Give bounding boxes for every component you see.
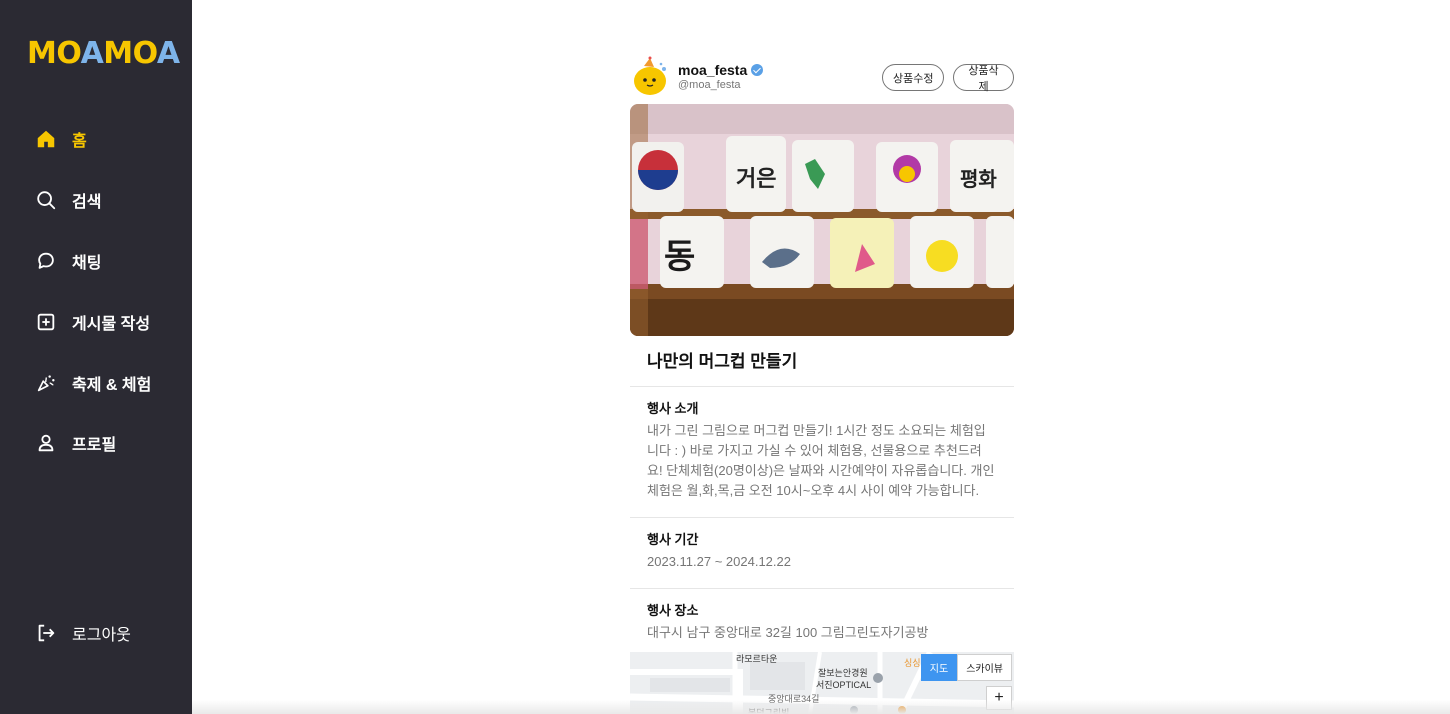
period-section: 행사 기간 2023.11.27 ~ 2024.12.22 (630, 518, 1014, 589)
zoom-in-button[interactable]: + (986, 686, 1012, 710)
logout-icon (34, 621, 58, 645)
map-place-label: 싱싱 (904, 658, 921, 668)
search-icon (34, 188, 58, 212)
map-view-button[interactable]: 지도 (920, 654, 958, 681)
home-icon (34, 127, 58, 151)
verified-badge-icon (751, 64, 764, 76)
app-root: MOAMOA 홈 검색 채팅 게시물 작성 축제 & 체험 프로필 로그아웃 m… (0, 0, 1450, 714)
post-header: moa_festa @moa_festa 상품수정 상품삭제 (630, 56, 1014, 104)
logo-text-a: A (80, 36, 104, 71)
skyview-button[interactable]: 스카이뷰 (957, 654, 1012, 681)
sidebar-item-write[interactable]: 게시물 작성 (34, 309, 150, 335)
section-body: 내가 그린 그림으로 머그컵 만들기! 1시간 정도 소요되는 체험입니다 : … (647, 423, 995, 498)
sidebar-item-chat[interactable]: 채팅 (34, 248, 101, 274)
user-icon (34, 431, 58, 455)
map-place-label: 중앙대로34길 (768, 694, 820, 704)
logo[interactable]: MOAMOA (27, 38, 180, 70)
map-place-label: 라모르타운 (736, 654, 778, 664)
event-photo: 거은 평화 동 (630, 104, 1014, 336)
username[interactable]: moa_festa (678, 62, 764, 78)
post-detail: moa_festa @moa_festa 상품수정 상품삭제 거은 평화 동 나… (630, 56, 1014, 659)
sidebar-item-label: 검색 (72, 194, 102, 211)
sidebar-item-label: 채팅 (72, 255, 102, 272)
svg-text:거은: 거은 (736, 167, 776, 192)
logo-text-mo-2: MO (103, 36, 157, 71)
sidebar-item-festival[interactable]: 축제 & 체험 (34, 370, 151, 396)
sidebar-item-label: 축제 & 체험 (72, 377, 152, 394)
logout-label: 로그아웃 (72, 627, 131, 644)
edit-product-button[interactable]: 상품수정 (882, 64, 945, 91)
section-body: 2023.11.27 ~ 2024.12.22 (647, 554, 791, 569)
section-heading: 행사 장소 (647, 603, 699, 618)
location-map[interactable]: 라모르타운 잘보는안경원 서진OPTICAL 중앙대로34길 봉덕그린빌 싱싱 … (630, 652, 1014, 714)
logo-text-mo: MO (27, 36, 81, 71)
username-text: moa_festa (678, 62, 748, 78)
chat-icon (34, 249, 58, 273)
logout-button[interactable]: 로그아웃 (34, 620, 131, 646)
post-title: 나만의 머그컵 만들기 (647, 352, 798, 371)
svg-text:평화: 평화 (960, 167, 997, 191)
sidebar-item-label: 홈 (72, 133, 87, 150)
user-handle: @moa_festa (678, 79, 741, 91)
title-section: 나만의 머그컵 만들기 (630, 336, 1014, 387)
sidebar-item-label: 게시물 작성 (72, 316, 151, 333)
section-heading: 행사 소개 (647, 401, 699, 416)
section-heading: 행사 기간 (647, 532, 699, 547)
delete-product-button[interactable]: 상품삭제 (953, 64, 1014, 93)
section-body: 대구시 남구 중앙대로 32길 100 그림그린도자기공방 (647, 625, 929, 640)
svg-text:동: 동 (664, 237, 695, 277)
intro-section: 행사 소개 내가 그린 그림으로 머그컵 만들기! 1시간 정도 소요되는 체험… (630, 387, 1014, 518)
sidebar-item-label: 프로필 (72, 437, 117, 454)
festival-icon (34, 371, 58, 395)
map-type-toggle: 지도 스카이뷰 (920, 654, 1012, 681)
location-section: 행사 장소 대구시 남구 중앙대로 32길 100 그림그린도자기공방 (630, 589, 1014, 659)
sidebar: MOAMOA 홈 검색 채팅 게시물 작성 축제 & 체험 프로필 로그아웃 (0, 0, 192, 714)
avatar[interactable] (630, 56, 672, 98)
sidebar-item-home[interactable]: 홈 (34, 126, 87, 152)
logo-text-a-2: A (156, 36, 180, 71)
sidebar-item-search[interactable]: 검색 (34, 187, 101, 213)
map-place-label: 봉덕그린빌 (748, 708, 790, 714)
map-place-label: 서진OPTICAL (816, 680, 872, 690)
plus-square-icon (34, 310, 58, 334)
sidebar-item-profile[interactable]: 프로필 (34, 430, 116, 456)
